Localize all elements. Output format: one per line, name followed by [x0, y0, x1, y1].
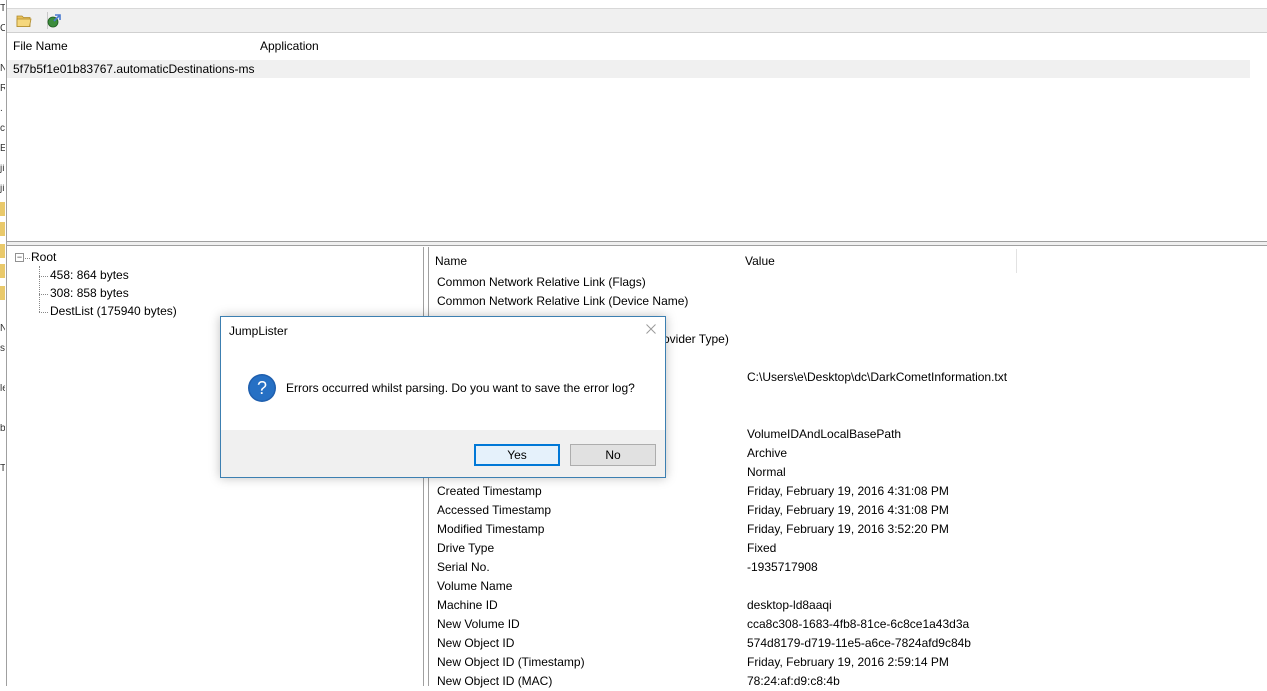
column-header-application[interactable]: Application [254, 34, 554, 58]
background-text: s [0, 344, 5, 354]
close-button[interactable] [643, 321, 659, 337]
export-icon [47, 13, 61, 27]
background-text: E [0, 144, 5, 154]
property-value: Archive [747, 446, 788, 460]
background-text: . [0, 104, 3, 114]
property-name: Serial No. [437, 560, 490, 574]
tree-connector [25, 258, 30, 259]
tree-node[interactable]: DestList (175940 bytes) [50, 303, 177, 319]
column-header-value[interactable]: Value [739, 249, 1016, 273]
background-window-edge: T C N R . c E ji ji N s le b T [0, 0, 7, 686]
property-value: Fixed [747, 541, 777, 555]
file-list[interactable]: File Name Application 5f7b5f1e01b83767.a… [7, 34, 1267, 240]
tree-connector [39, 312, 48, 313]
background-text: T [0, 464, 5, 474]
property-name: New Volume ID [437, 617, 520, 631]
dialog-footer: Yes No [221, 430, 665, 477]
property-value: cca8c308-1683-4fb8-81ce-6c8ce1a43d3a [747, 617, 970, 631]
horizontal-splitter[interactable] [7, 241, 1267, 246]
property-name: Machine ID [437, 598, 498, 612]
toolbar [7, 9, 1267, 33]
table-row[interactable]: 5f7b5f1e01b83767.automaticDestinations-m… [7, 60, 1267, 78]
title-bar-fragment [7, 0, 1267, 9]
dialog-message: Errors occurred whilst parsing. Do you w… [286, 381, 635, 395]
folder-icon [0, 202, 5, 216]
error-dialog: JumpLister ? Errors occurred whilst pars… [220, 316, 666, 478]
background-text: R [0, 84, 5, 94]
tree-connector [39, 276, 48, 277]
tree-node-root[interactable]: Root [31, 249, 56, 265]
tree-node[interactable]: 458: 864 bytes [50, 267, 129, 283]
folder-icon [0, 222, 5, 236]
property-name: Created Timestamp [437, 484, 542, 498]
property-name: New Object ID (MAC) [437, 674, 553, 688]
background-text: le [0, 384, 5, 394]
collapse-icon[interactable]: − [15, 253, 24, 262]
background-text: ji [0, 184, 5, 194]
property-value: Friday, February 19, 2016 3:52:20 PM [747, 522, 949, 536]
scrollbar[interactable] [1250, 34, 1267, 240]
property-name: Volume Name [437, 579, 513, 593]
background-text: N [0, 64, 5, 74]
background-text: N [0, 324, 5, 334]
property-name: New Object ID (Timestamp) [437, 655, 585, 669]
property-name: Common Network Relative Link (Device Nam… [437, 294, 689, 308]
background-text: C [0, 24, 5, 34]
folder-open-icon [16, 15, 32, 27]
background-text: b [0, 424, 5, 434]
property-name: rovider Type) [659, 332, 729, 346]
close-icon [646, 324, 656, 334]
folder-icon [0, 286, 5, 300]
property-value: Normal [747, 465, 786, 479]
property-value: 574d8179-d719-11e5-a6ce-7824afd9c84b [747, 636, 971, 650]
background-text: ji [0, 164, 5, 174]
tree-connector [39, 266, 40, 312]
property-value: desktop-ld8aaqi [747, 598, 832, 612]
tree-node[interactable]: 308: 858 bytes [50, 285, 129, 301]
open-button[interactable] [13, 11, 35, 30]
export-button[interactable] [43, 11, 65, 30]
property-name: Modified Timestamp [437, 522, 545, 536]
no-button[interactable]: No [570, 444, 656, 466]
property-value: C:\Users\e\Desktop\dc\DarkCometInformati… [747, 370, 1008, 384]
property-value: Friday, February 19, 2016 2:59:14 PM [747, 655, 949, 669]
property-name: Drive Type [437, 541, 495, 555]
background-text: c [0, 124, 5, 134]
property-value: Friday, February 19, 2016 4:31:08 PM [747, 484, 949, 498]
property-value: 78:24:af:d9:c8:4b [747, 674, 840, 688]
folder-icon [0, 264, 5, 278]
property-value: -1935717908 [747, 560, 818, 574]
folder-icon [0, 244, 5, 258]
yes-button[interactable]: Yes [474, 444, 560, 466]
column-header-name[interactable]: Name [429, 249, 739, 273]
property-value: Friday, February 19, 2016 4:31:08 PM [747, 503, 949, 517]
property-name: Accessed Timestamp [437, 503, 552, 517]
property-value: VolumeIDAndLocalBasePath [747, 427, 902, 441]
column-separator[interactable] [1016, 249, 1017, 273]
question-icon: ? [248, 374, 276, 402]
property-name: Common Network Relative Link (Flags) [437, 275, 646, 289]
property-name: New Object ID [437, 636, 515, 650]
tree-connector [39, 294, 48, 295]
dialog-title: JumpLister [229, 324, 288, 338]
file-name-cell: 5f7b5f1e01b83767.automaticDestinations-m… [13, 62, 255, 76]
background-text: T [0, 4, 5, 14]
svg-text:?: ? [257, 378, 267, 398]
column-header-file-name[interactable]: File Name [7, 34, 254, 58]
